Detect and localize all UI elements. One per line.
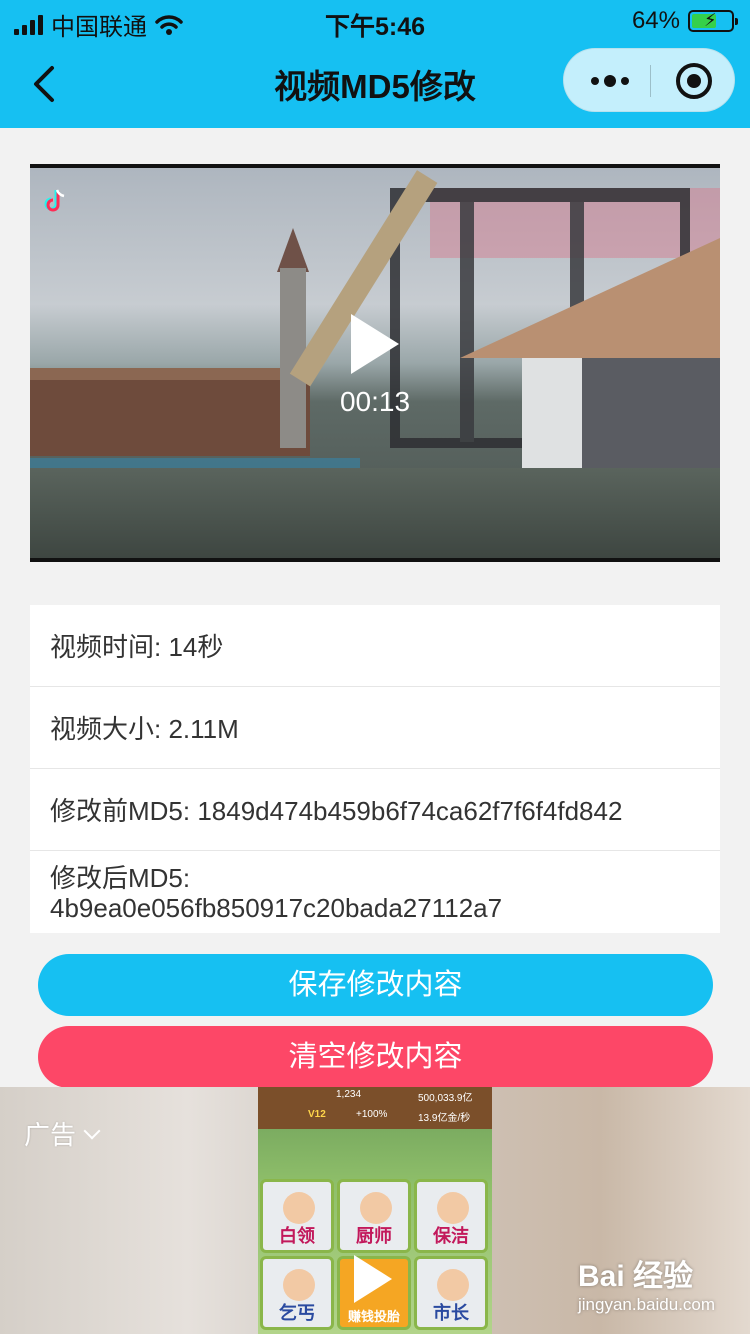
target-circle-icon[interactable] xyxy=(676,63,712,99)
play-icon[interactable] xyxy=(351,314,399,374)
baidu-watermark: Bai 经验 xyxy=(578,1260,694,1293)
ad-label[interactable]: 广告 xyxy=(24,1115,101,1152)
video-player[interactable]: 00:13 xyxy=(30,164,720,562)
game-rate: 13.9亿金/秒 xyxy=(418,1113,471,1124)
ad-game-preview[interactable]: 1,234 500,033.9亿 V12 +100% 13.9亿金/秒 白领 厨… xyxy=(258,1087,492,1334)
video-info-list: 视频时间: 14秒 视频大小: 2.11M 修改前MD5: 1849d474b4… xyxy=(30,605,720,933)
battery-percent: 64% xyxy=(631,7,680,34)
role-card: 白领 xyxy=(260,1179,334,1253)
ad-banner[interactable]: 广告 1,234 500,033.9亿 V12 +100% 13.9亿金/秒 白… xyxy=(0,1087,750,1334)
nav-bar: 视频MD5修改 xyxy=(0,40,750,128)
role-card: 厨师 xyxy=(337,1179,411,1253)
info-row-md5-after: 修改后MD5: 4b9ea0e056fb850917c20bada27112a7 xyxy=(30,851,720,933)
info-label: 视频大小: xyxy=(50,714,169,744)
play-icon[interactable] xyxy=(354,1255,392,1303)
status-bar: 中国联通 下午5:46 64% ⚡ xyxy=(0,0,750,41)
mini-program-capsule xyxy=(563,48,735,112)
info-row-duration: 视频时间: 14秒 xyxy=(30,605,720,687)
info-value: 2.11M xyxy=(168,714,239,744)
status-right: 64% ⚡ xyxy=(631,7,738,35)
game-stat: 500,033.9亿 xyxy=(418,1093,473,1104)
info-value: 14秒 xyxy=(168,632,224,662)
chevron-down-icon xyxy=(83,1122,101,1139)
info-row-md5-before: 修改前MD5: 1849d474b459b6f74ca62f7f6f4fd842 xyxy=(30,769,720,851)
tiktok-logo-icon xyxy=(44,189,65,212)
video-duration: 00:13 xyxy=(339,386,411,417)
game-bonus: +100% xyxy=(356,1109,388,1120)
save-changes-button[interactable]: 保存修改内容 xyxy=(38,954,713,1016)
more-dots-icon[interactable] xyxy=(588,49,632,113)
info-label: 修改前MD5: xyxy=(50,796,198,826)
role-card: 保洁 xyxy=(414,1179,488,1253)
battery-icon: ⚡ xyxy=(688,10,738,32)
baidu-watermark-url: jingyan.baidu.com xyxy=(578,1295,716,1314)
info-label: 修改后MD5: xyxy=(50,863,191,893)
game-level: V12 xyxy=(308,1109,326,1120)
info-value: 1849d474b459b6f74ca62f7f6f4fd842 xyxy=(197,796,623,826)
charging-bolt-icon: ⚡ xyxy=(704,10,717,30)
clear-changes-button[interactable]: 清空修改内容 xyxy=(38,1026,713,1088)
info-row-size: 视频大小: 2.11M xyxy=(30,687,720,769)
info-value: 4b9ea0e056fb850917c20bada27112a7 xyxy=(50,893,503,923)
role-card: 乞丐 xyxy=(260,1256,334,1330)
info-label: 视频时间: xyxy=(50,632,169,662)
role-card: 市长 xyxy=(414,1256,488,1330)
capsule-divider xyxy=(650,65,651,97)
game-stats-bar: 1,234 500,033.9亿 V12 +100% 13.9亿金/秒 xyxy=(258,1087,492,1129)
game-stat: 1,234 xyxy=(336,1089,362,1100)
top-bar: 中国联通 下午5:46 64% ⚡ 视频MD5修改 xyxy=(0,0,750,128)
